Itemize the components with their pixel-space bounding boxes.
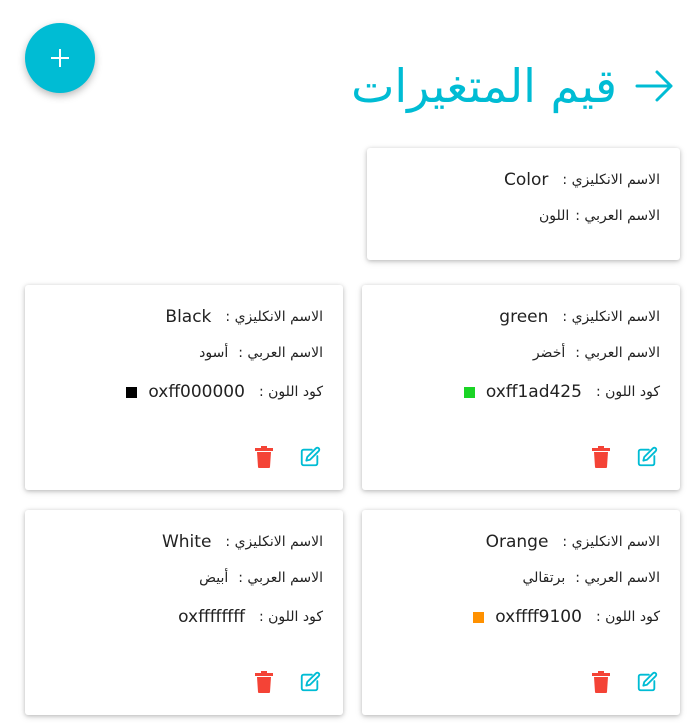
ar-name-label: الاسم العربي :: [238, 345, 323, 361]
edit-button[interactable]: [295, 667, 325, 697]
trash-icon: [255, 671, 273, 693]
plus-icon: [51, 49, 69, 67]
en-name-value: Orange: [485, 532, 549, 552]
variable-card: الاسم الانكليزي : green الاسم العربي : أ…: [362, 285, 680, 490]
header: قيم المتغيرات: [351, 56, 675, 116]
back-button[interactable]: [635, 69, 675, 103]
color-code-value: oxffff9100: [495, 607, 582, 627]
en-name-label: الاسم الانكليزي :: [562, 172, 660, 188]
page-title: قيم المتغيرات: [351, 59, 617, 113]
add-button[interactable]: [25, 23, 95, 93]
variable-card: الاسم الانكليزي : Orange الاسم العربي : …: [362, 510, 680, 715]
ar-name-value: أخضر: [532, 345, 566, 361]
edit-icon: [300, 671, 321, 692]
edit-icon: [637, 671, 658, 692]
en-name-value: Black: [165, 307, 212, 327]
color-code-label: كود اللون :: [595, 384, 660, 400]
en-name-label: الاسم الانكليزي :: [562, 309, 660, 325]
ar-name-label: الاسم العربي :: [575, 208, 660, 224]
ar-name-row: الاسم العربي : برتقالي: [522, 570, 660, 586]
color-swatch: [463, 386, 475, 398]
page: قيم المتغيرات الاسم الانكليزي : Color ال…: [0, 0, 699, 723]
edit-button[interactable]: [632, 442, 662, 472]
en-name-label: الاسم الانكليزي :: [562, 534, 660, 550]
en-name-row: الاسم الانكليزي : Orange: [486, 532, 660, 552]
ar-name-row: الاسم العربي : أخضر: [533, 345, 660, 361]
en-name-value: green: [499, 307, 549, 327]
trash-icon: [255, 446, 273, 468]
en-name-row: الاسم الانكليزي : Black: [165, 307, 323, 327]
delete-button[interactable]: [586, 442, 616, 472]
color-code-value: oxff1ad425: [485, 382, 582, 402]
en-name-row: الاسم الانكليزي : green: [499, 307, 660, 327]
category-en-row: الاسم الانكليزي : Color: [504, 170, 660, 190]
color-swatch: [126, 386, 138, 398]
category-card: الاسم الانكليزي : Color الاسم العربي : ا…: [367, 148, 680, 260]
delete-button[interactable]: [249, 667, 279, 697]
ar-name-row: الاسم العربي : أبيض: [199, 570, 323, 586]
en-name-row: الاسم الانكليزي : White: [162, 532, 323, 552]
color-code-label: كود اللون :: [258, 609, 323, 625]
color-code-label: كود اللون :: [595, 609, 660, 625]
ar-name-row: الاسم العربي : أسود: [199, 345, 323, 361]
trash-icon: [592, 671, 610, 693]
color-code-row: كود اللون : oxffffffff: [156, 607, 323, 627]
ar-name-value: اللون: [538, 208, 570, 224]
en-name-label: الاسم الانكليزي :: [225, 534, 323, 550]
delete-button[interactable]: [586, 667, 616, 697]
arrow-right-icon: [635, 70, 673, 102]
ar-name-label: الاسم العربي :: [238, 570, 323, 586]
color-code-value: oxff000000: [148, 382, 245, 402]
color-code-label: كود اللون :: [258, 384, 323, 400]
delete-button[interactable]: [249, 442, 279, 472]
en-name-value: Color: [504, 170, 549, 190]
ar-name-label: الاسم العربي :: [575, 570, 660, 586]
color-swatch: [473, 611, 485, 623]
card-actions: [249, 667, 325, 697]
card-actions: [249, 442, 325, 472]
card-actions: [586, 667, 662, 697]
ar-name-value: أسود: [199, 345, 229, 361]
en-name-value: White: [161, 532, 212, 552]
color-swatch: [156, 611, 168, 623]
en-name-label: الاسم الانكليزي :: [225, 309, 323, 325]
edit-icon: [637, 446, 658, 467]
card-actions: [586, 442, 662, 472]
color-code-value: oxffffffff: [178, 607, 245, 627]
ar-name-label: الاسم العربي :: [575, 345, 660, 361]
ar-name-value: برتقالي: [522, 570, 566, 586]
trash-icon: [592, 446, 610, 468]
ar-name-value: أبيض: [199, 570, 229, 586]
category-ar-row: الاسم العربي : اللون: [539, 208, 660, 224]
variable-card: الاسم الانكليزي : White الاسم العربي : أ…: [25, 510, 343, 715]
color-code-row: كود اللون : oxff000000: [126, 382, 323, 402]
color-code-row: كود اللون : oxffff9100: [473, 607, 660, 627]
edit-button[interactable]: [632, 667, 662, 697]
edit-icon: [300, 446, 321, 467]
edit-button[interactable]: [295, 442, 325, 472]
variable-card: الاسم الانكليزي : Black الاسم العربي : أ…: [25, 285, 343, 490]
color-code-row: كود اللون : oxff1ad425: [463, 382, 660, 402]
